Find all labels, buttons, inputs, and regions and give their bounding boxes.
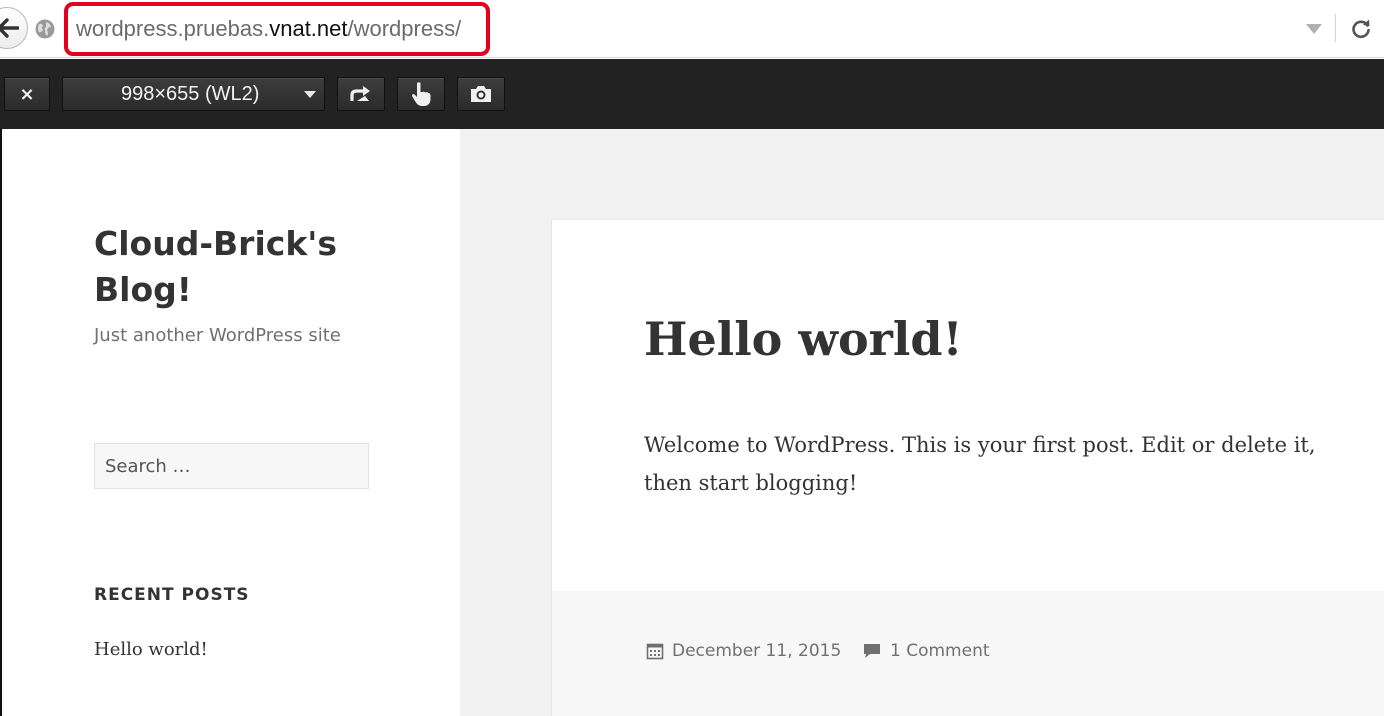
close-responsive-mode-button[interactable]: × <box>4 77 50 111</box>
reload-icon[interactable] <box>1350 17 1372 39</box>
search-input[interactable] <box>94 443 369 489</box>
rotate-icon <box>350 86 370 101</box>
post-date-text: December 11, 2015 <box>672 641 842 661</box>
post-footer: December 11, 2015 1 Comment <box>552 591 1384 716</box>
hand-pointer-icon <box>412 82 431 106</box>
comment-icon <box>864 644 880 658</box>
responsive-design-toolbar: × 998×655 (WL2) <box>0 59 1384 129</box>
sidebar: Cloud-Brick's Blog! Just another WordPre… <box>2 129 460 716</box>
post-body: Welcome to WordPress. This is your first… <box>644 433 1316 495</box>
viewport-size-select[interactable]: 998×655 (WL2) <box>62 77 325 111</box>
arrow-left-icon <box>0 18 19 38</box>
page-viewport: Cloud-Brick's Blog! Just another WordPre… <box>0 129 1384 716</box>
post-comments-text: 1 Comment <box>890 641 990 661</box>
back-button[interactable] <box>0 7 28 49</box>
recent-posts-heading: RECENT POSTS <box>94 585 250 605</box>
chevron-down-icon <box>304 91 316 98</box>
screenshot-button[interactable] <box>457 77 505 111</box>
recent-post-link[interactable]: Hello world! <box>94 639 208 660</box>
browser-address-bar: wordpress.pruebas.vnat.net/wordpress/ <box>0 0 1384 58</box>
post-title[interactable]: Hello world! <box>644 312 963 366</box>
url-suffix: /wordpress/ <box>347 16 462 41</box>
post-comments-link[interactable]: 1 Comment <box>862 641 990 661</box>
camera-icon <box>471 86 491 102</box>
rotate-button[interactable] <box>337 77 385 111</box>
url-input[interactable]: wordpress.pruebas.vnat.net/wordpress/ <box>76 15 461 43</box>
post-date[interactable]: December 11, 2015 <box>646 641 841 661</box>
url-history-dropdown-icon[interactable] <box>1306 24 1322 34</box>
toolbar-separator <box>1335 14 1336 42</box>
post-card: Hello world! Welcome to WordPress. This … <box>551 219 1384 716</box>
calendar-icon <box>646 643 664 660</box>
viewport-size-label: 998×655 (WL2) <box>121 82 260 105</box>
url-domain: vnat.net <box>269 16 348 41</box>
site-tagline: Just another WordPress site <box>94 325 341 346</box>
globe-icon <box>35 19 55 39</box>
touch-simulation-button[interactable] <box>397 77 445 111</box>
site-title[interactable]: Cloud-Brick's Blog! <box>94 221 394 313</box>
url-prefix: wordpress.pruebas. <box>76 16 270 41</box>
